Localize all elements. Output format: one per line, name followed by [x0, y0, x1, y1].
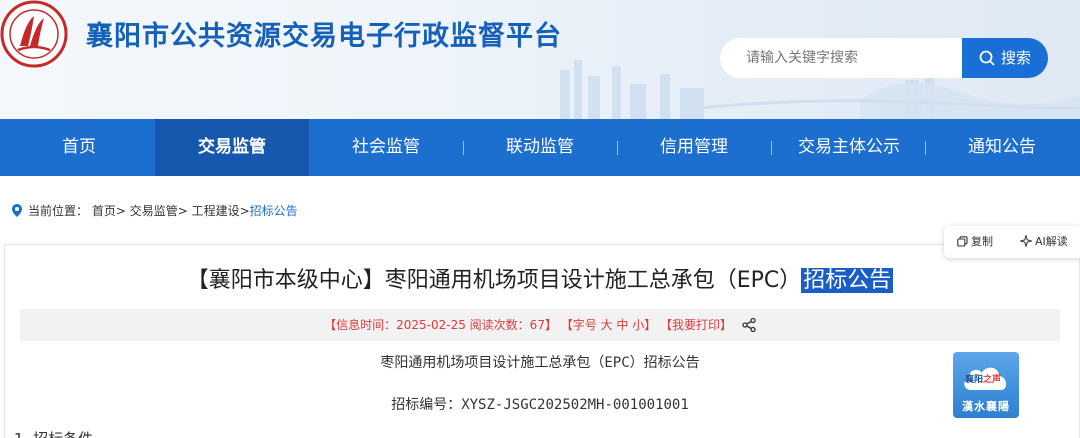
breadcrumb-current[interactable]: 招标公告	[250, 204, 298, 218]
breadcrumb-path[interactable]: 首页> 交易监管> 工程建设>	[92, 204, 250, 218]
breadcrumb: 当前位置： 首页> 交易监管> 工程建设>招标公告	[12, 202, 298, 219]
nav-item-credit-management[interactable]: 信用管理	[617, 119, 771, 176]
tender-number: 招标编号：XYSZ-JSGC202502MH-001001001	[391, 397, 689, 413]
share-icon[interactable]	[742, 317, 756, 333]
location-pin-icon	[12, 204, 22, 217]
copy-label: 复制	[971, 235, 993, 248]
copy-icon	[957, 236, 968, 247]
article-title-main: 【襄阳市本级中心】枣阳通用机场项目设计施工总承包（EPC）	[186, 268, 802, 293]
nav-item-entity-disclosure[interactable]: 交易主体公示	[771, 119, 927, 176]
badge-brand-blue: 襄阳	[965, 375, 984, 385]
badge-brand: 襄阳之声	[965, 372, 1001, 385]
ai-interpret-label: AI解读	[1035, 235, 1068, 248]
nav-item-home[interactable]: 首页	[2, 119, 156, 176]
article-meta[interactable]: 【信息时间：2025-02-25 阅读次数：67】 【字号 大 中 小】 【我要…	[324, 318, 732, 332]
main-nav: 首页 交易监管 社会监管 联动监管 信用管理 交易主体公示 通知公告	[0, 119, 1080, 176]
xiangyang-voice-badge[interactable]: 襄阳之声 漢水襄陽	[953, 352, 1019, 418]
breadcrumb-prefix: 当前位置：	[28, 204, 89, 218]
badge-subtitle: 漢水襄陽	[962, 400, 1010, 413]
site-title: 襄阳市公共资源交易电子行政监督平台	[86, 21, 562, 52]
site-header: 襄阳市公共资源交易电子行政监督平台 请输入关键字搜索 搜索	[0, 0, 1080, 119]
floating-toolbar: 复制 AI解读	[944, 226, 1080, 258]
nav-item-social-supervision[interactable]: 社会监管	[309, 119, 463, 176]
article-meta-bar: 【信息时间：2025-02-25 阅读次数：67】 【字号 大 中 小】 【我要…	[20, 309, 1060, 341]
ai-sparkle-icon	[1018, 233, 1034, 249]
search-icon	[979, 50, 995, 66]
page: 襄阳市公共资源交易电子行政监督平台 请输入关键字搜索 搜索 首页 交易监管 社会…	[0, 0, 1080, 438]
badge-brand-red: 之声	[983, 375, 1002, 385]
search-button[interactable]: 搜索	[962, 38, 1048, 78]
article-title-highlight: 招标公告	[801, 268, 894, 293]
section-heading: 1. 招标条件	[14, 428, 93, 438]
article-title: 【襄阳市本级中心】枣阳通用机场项目设计施工总承包（EPC）招标公告	[0, 262, 1080, 294]
search-input[interactable]: 请输入关键字搜索	[720, 38, 962, 78]
nav-item-notices[interactable]: 通知公告	[925, 119, 1079, 176]
nav-item-joint-supervision[interactable]: 联动监管	[463, 119, 617, 176]
article-subtitle: 枣阳通用机场项目设计施工总承包（EPC）招标公告	[380, 355, 700, 371]
city-emblem-logo	[0, 0, 68, 68]
nav-item-transaction-supervision[interactable]: 交易监管	[155, 119, 309, 176]
ai-interpret-button[interactable]: AI解读	[1018, 226, 1068, 258]
search-button-label: 搜索	[1000, 49, 1031, 67]
copy-button[interactable]: 复制	[957, 226, 993, 258]
